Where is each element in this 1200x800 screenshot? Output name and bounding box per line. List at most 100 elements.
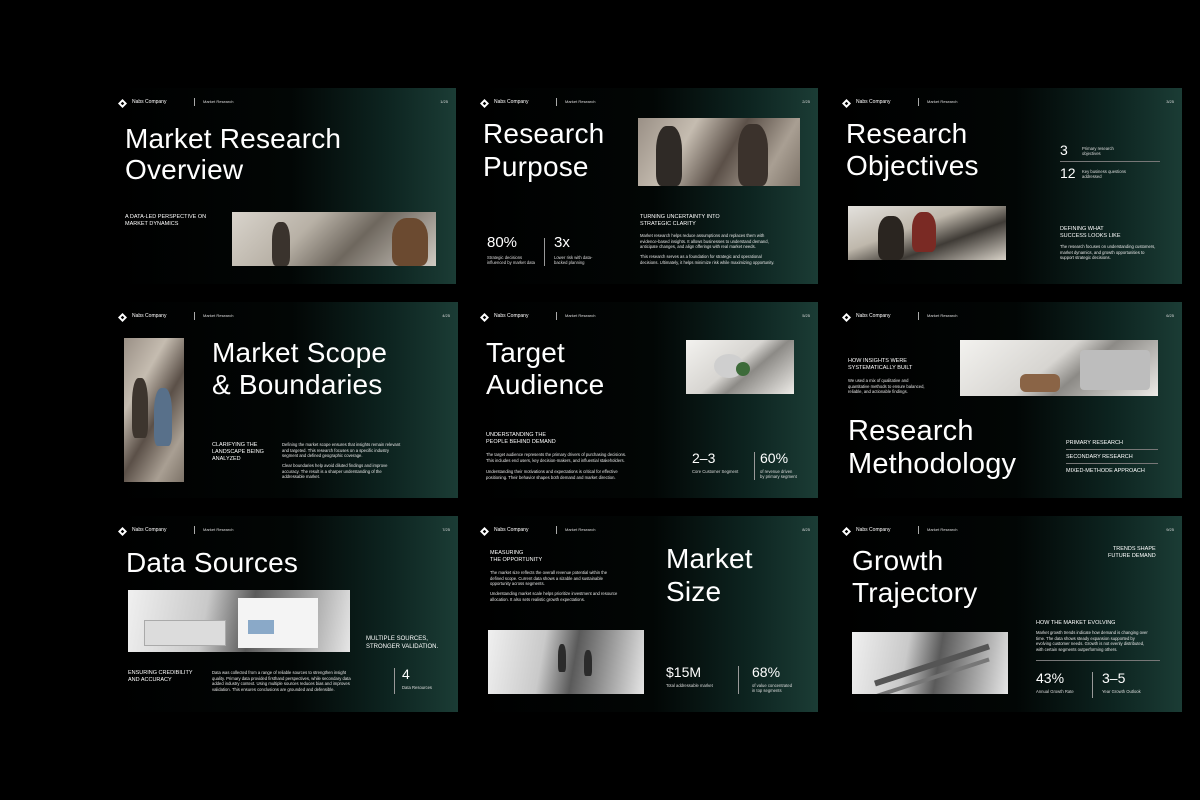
stat-divider — [754, 452, 755, 480]
deck-tag: Market Research — [927, 527, 958, 532]
slide-title-line-2: & Boundaries — [212, 369, 383, 400]
photo-workshop — [124, 338, 184, 482]
stat-divider — [544, 238, 545, 266]
slide-title-line-1: Growth — [852, 545, 944, 576]
header-divider — [194, 312, 195, 320]
slide-header: Nabs Company Market Research 1/25 — [118, 97, 448, 109]
slide-market-scope[interactable]: Nabs Company Market Research 4/25 Market… — [112, 302, 458, 498]
slide-body-2: This research serves as a foundation for… — [640, 254, 775, 265]
slide-header: Nabs Company Market Research 5/25 — [480, 311, 810, 323]
slide-title-line-1: Target — [486, 337, 566, 368]
page-number: 4/25 — [442, 313, 450, 318]
company-name: Nabs Company — [856, 313, 891, 319]
method-mixed: MIXED-METHODE APPROACH — [1066, 468, 1145, 474]
slide-data-sources[interactable]: Nabs Company Market Research 7/25 Data S… — [112, 516, 458, 712]
slide-research-purpose[interactable]: Nabs Company Market Research 2/25 Resear… — [474, 88, 818, 284]
stat-caption: Data Resources — [402, 685, 433, 690]
company-logo-icon — [842, 99, 851, 108]
company-logo-icon — [842, 313, 851, 322]
header-divider — [556, 312, 557, 320]
slide-body: Market growth trends indicate how demand… — [1036, 630, 1148, 653]
stat-divider — [1092, 672, 1093, 698]
stat-caption-1: Core Customer Segment — [692, 469, 739, 474]
company-name: Nabs Company — [494, 99, 529, 105]
slide-title-line-2: Audience — [486, 369, 605, 400]
company-name: Nabs Company — [132, 99, 167, 105]
slide-title-line-2: Methodology — [848, 448, 1017, 480]
slide-growth-trajectory[interactable]: Nabs Company Market Research 9/25 Growth… — [836, 516, 1182, 712]
slide-body-2: Understanding their motivations and expe… — [486, 469, 618, 480]
objective-divider — [1060, 161, 1160, 162]
method-primary: PRIMARY RESEARCH — [1066, 440, 1123, 446]
slide-header: Nabs Company Market Research 2/25 — [480, 97, 810, 109]
photo-escalator — [852, 632, 1008, 694]
slide-title-line-2: Overview — [125, 154, 244, 185]
company-name: Nabs Company — [494, 313, 529, 319]
deck-tag: Market Research — [927, 313, 958, 318]
company-logo-icon — [118, 527, 127, 536]
slide-body-1: Defining the market scope ensures that i… — [282, 442, 401, 459]
slide-body: We used a mix of qualitative and quantit… — [848, 378, 925, 395]
slide-subtitle: HOW INSIGHTS WERE SYSTEMATICALLY BUILT — [848, 358, 913, 371]
deck-tag: Market Research — [203, 313, 234, 318]
deck-tag: Market Research — [565, 313, 596, 318]
slide-header: Nabs Company Market Research 7/25 — [118, 525, 450, 537]
header-divider — [556, 526, 557, 534]
header-divider — [194, 98, 195, 106]
page-number: 1/25 — [440, 99, 448, 104]
slide-body-1: The target audience represents the prima… — [486, 452, 627, 463]
deck-tag: Market Research — [203, 99, 234, 104]
stat-value-2: 68% — [752, 664, 781, 680]
method-divider-1 — [1066, 449, 1158, 450]
company-name: Nabs Company — [856, 99, 891, 105]
method-secondary: SECONDARY RESEARCH — [1066, 454, 1133, 460]
photo-team-meeting — [638, 118, 800, 186]
stat-caption-2: Lower risk with data- backed planning — [554, 255, 593, 266]
slide-title-line-1: Research — [846, 118, 968, 149]
photo-staircase-people — [488, 630, 644, 694]
slide-header: Nabs Company Market Research 3/25 — [842, 97, 1174, 109]
stat-caption-1: Total addressable market — [666, 683, 713, 688]
stat-value-2: 3–5 — [1102, 670, 1126, 686]
stat-value-1: 2–3 — [692, 450, 716, 466]
page-number: 6/25 — [1166, 313, 1174, 318]
slide-market-size[interactable]: Nabs Company Market Research 8/25 MEASUR… — [474, 516, 818, 712]
question-count: 12 — [1060, 165, 1076, 181]
method-divider-2 — [1066, 463, 1158, 464]
stat-divider — [394, 668, 395, 694]
header-divider — [194, 526, 195, 534]
photo-keyboard-documents — [128, 590, 350, 652]
stat-value-2: 3x — [554, 234, 570, 251]
stat-value-1: 43% — [1036, 670, 1065, 686]
stats-top-divider — [1036, 660, 1160, 661]
header-divider — [918, 526, 919, 534]
slide-title-line-2: Size — [666, 576, 722, 607]
slide-research-objectives[interactable]: Nabs Company Market Research 3/25 Resear… — [836, 88, 1182, 284]
stat-divider — [738, 666, 739, 694]
slide-subtitle-right: MULTIPLE SOURCES, STRONGER VALIDATION. — [366, 636, 439, 650]
slide-subtitle: ENSURING CREDIBILITY AND ACCURACY — [128, 670, 193, 683]
company-logo-icon — [842, 527, 851, 536]
deck-tag: Market Research — [203, 527, 234, 532]
stat-caption-1: Annual Growth Rate — [1036, 689, 1074, 694]
objective-count-caption: Primary research objectives — [1082, 146, 1114, 157]
slide-market-research-overview[interactable]: Nabs Company Market Research 1/25 Market… — [112, 88, 456, 284]
stat-value-1: 80% — [487, 234, 518, 251]
question-count-caption: Key business questions addressed — [1082, 169, 1126, 180]
slide-header: Nabs Company Market Research 4/25 — [118, 311, 450, 323]
slide-research-methodology[interactable]: Nabs Company Market Research 6/25 HOW IN… — [836, 302, 1182, 498]
company-logo-icon — [480, 99, 489, 108]
company-logo-icon — [118, 313, 127, 322]
slide-subtitle: UNDERSTANDING THE PEOPLE BEHIND DEMAND — [486, 432, 556, 445]
deck-tag: Market Research — [565, 527, 596, 532]
slide-body-2: Clear boundaries help avoid diluted find… — [282, 463, 388, 480]
stat-value-2: 60% — [760, 450, 789, 466]
photo-presenter-board — [232, 212, 436, 266]
company-name: Nabs Company — [856, 527, 891, 533]
photo-office-discussion — [848, 206, 1006, 260]
stat-value: 4 — [402, 666, 410, 682]
slide-target-audience[interactable]: Nabs Company Market Research 5/25 Target… — [474, 302, 818, 498]
slide-body: The research focuses on understanding cu… — [1060, 244, 1156, 261]
company-name: Nabs Company — [494, 527, 529, 533]
slide-title: Data Sources — [126, 547, 299, 578]
